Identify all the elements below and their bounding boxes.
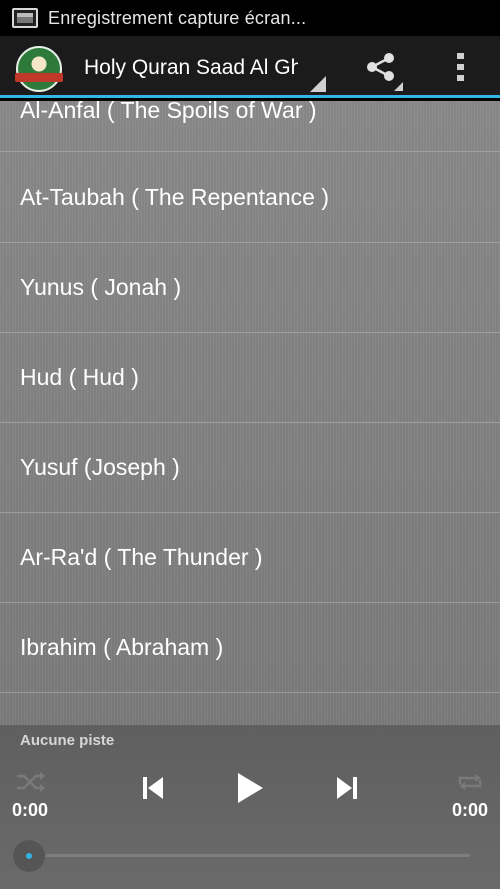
app-logo-icon[interactable] xyxy=(15,46,63,92)
surah-label: Hud ( Hud ) xyxy=(20,364,139,390)
surah-list[interactable]: Al-Anfal ( The Spoils of War ) At-Taubah… xyxy=(0,101,500,725)
media-player: Aucune piste 0:00 0:00 xyxy=(0,725,500,889)
list-item-surah[interactable]: At-Taubah ( The Repentance ) xyxy=(0,153,500,243)
action-bar: Holy Quran Saad Al Ghamdi xyxy=(0,36,500,98)
play-icon[interactable] xyxy=(235,771,265,805)
surah-label: Ar-Ra'd ( The Thunder ) xyxy=(20,544,263,570)
overflow-menu-icon[interactable] xyxy=(456,52,466,82)
surah-label: Yunus ( Jonah ) xyxy=(20,274,182,300)
spinner-indicator-icon xyxy=(310,76,326,92)
list-item-surah[interactable]: Hud ( Hud ) xyxy=(0,333,500,423)
status-bar: Enregistrement capture écran... xyxy=(0,0,500,36)
surah-label: Yusuf (Joseph ) xyxy=(20,454,180,480)
share-icon[interactable] xyxy=(364,50,398,84)
seek-bar[interactable] xyxy=(30,854,470,857)
list-item-surah[interactable]: Yunus ( Jonah ) xyxy=(0,243,500,333)
current-time: 0:00 xyxy=(12,800,49,820)
surah-label: Al-Anfal ( The Spoils of War ) xyxy=(20,101,317,123)
skip-previous-icon[interactable] xyxy=(141,775,165,801)
seek-thumb[interactable] xyxy=(12,839,46,873)
list-item-surah[interactable]: Yusuf (Joseph ) xyxy=(0,423,500,513)
repeat-icon[interactable] xyxy=(455,770,485,794)
list-item-surah[interactable]: Ar-Ra'd ( The Thunder ) xyxy=(0,513,500,603)
duration-time: 0:00 xyxy=(451,800,488,820)
list-item-surah[interactable]: Al-Anfal ( The Spoils of War ) xyxy=(0,101,500,152)
notification-text: Enregistrement capture écran... xyxy=(48,7,307,28)
list-item-surah[interactable]: Ibrahim ( Abraham ) xyxy=(0,603,500,693)
surah-label: Ibrahim ( Abraham ) xyxy=(20,634,224,660)
surah-label: At-Taubah ( The Repentance ) xyxy=(20,184,329,210)
shuffle-icon[interactable] xyxy=(16,770,46,794)
share-dropdown-indicator-icon xyxy=(394,82,403,91)
track-title: Aucune piste xyxy=(20,732,115,749)
screenshot-notification-icon xyxy=(12,8,38,28)
skip-next-icon[interactable] xyxy=(335,775,359,801)
app-title-spinner[interactable]: Holy Quran Saad Al Ghamdi xyxy=(84,56,298,84)
